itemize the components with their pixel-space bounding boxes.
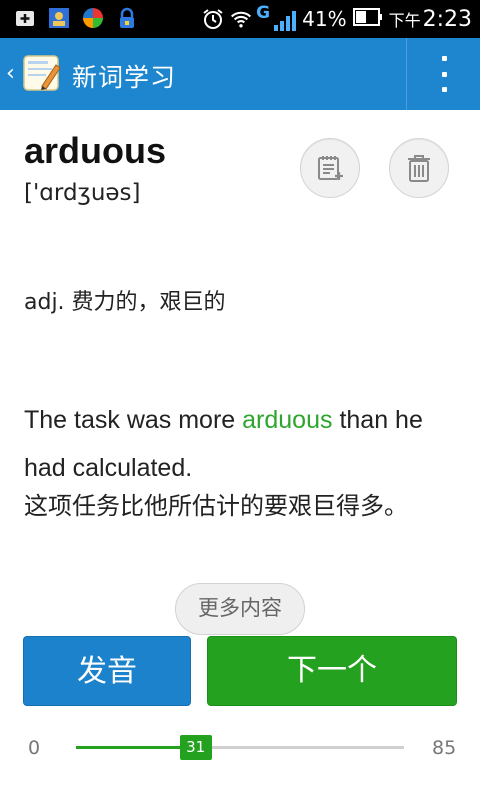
page-title: 新词学习 [72,63,177,92]
app-logo-icon [22,53,62,93]
example-sentence: The task was more arduous than he had ca… [24,396,464,492]
example-text: The task was more [24,406,243,434]
battery-icon [352,8,383,30]
word-meaning: adj. 费力的，艰巨的 [24,290,226,315]
progress-track[interactable] [76,746,404,749]
notebook-add-icon [318,156,343,180]
plus-square-icon [14,7,36,29]
alarm-icon [202,8,224,30]
example-translation: 这项任务比他所估计的要艰巨得多。 [24,492,408,520]
battery-percent: 41% [302,7,347,31]
title-bar: ‹ 新词学习 [0,38,480,110]
back-button[interactable]: ‹ 新词学习 [0,38,190,110]
status-bar: G 41% 下午2:23 [0,0,480,38]
add-to-notebook-button[interactable] [300,138,360,198]
wifi-icon [230,8,252,30]
clock-time: 2:23 [422,6,472,32]
network-type-label: G [256,3,271,23]
more-content-button[interactable]: 更多内容 [175,583,305,635]
divider [406,38,407,110]
overflow-menu-icon[interactable] [430,56,458,92]
word-title: arduous [24,130,167,171]
lock-app-icon [116,7,138,29]
pinwheel-app-icon [82,7,104,29]
progress-max-label: 85 [432,737,457,759]
clock: 下午2:23 [389,7,472,32]
clock-period: 下午 [388,10,421,30]
phonetic-text: ['ɑrdʒuəs] [24,180,141,206]
pronounce-button[interactable]: 发音 [23,636,191,706]
progress-min-label: 0 [28,737,41,759]
trash-icon [408,155,430,182]
next-button[interactable]: 下一个 [207,636,457,706]
delete-button[interactable] [389,138,449,198]
example-highlight: arduous [242,406,333,434]
progress-fill [76,746,196,749]
chevron-left-icon: ‹ [6,61,15,86]
signal-icon: G [256,3,297,31]
contact-card-icon [48,7,70,29]
progress-thumb[interactable]: 31 [179,735,212,760]
